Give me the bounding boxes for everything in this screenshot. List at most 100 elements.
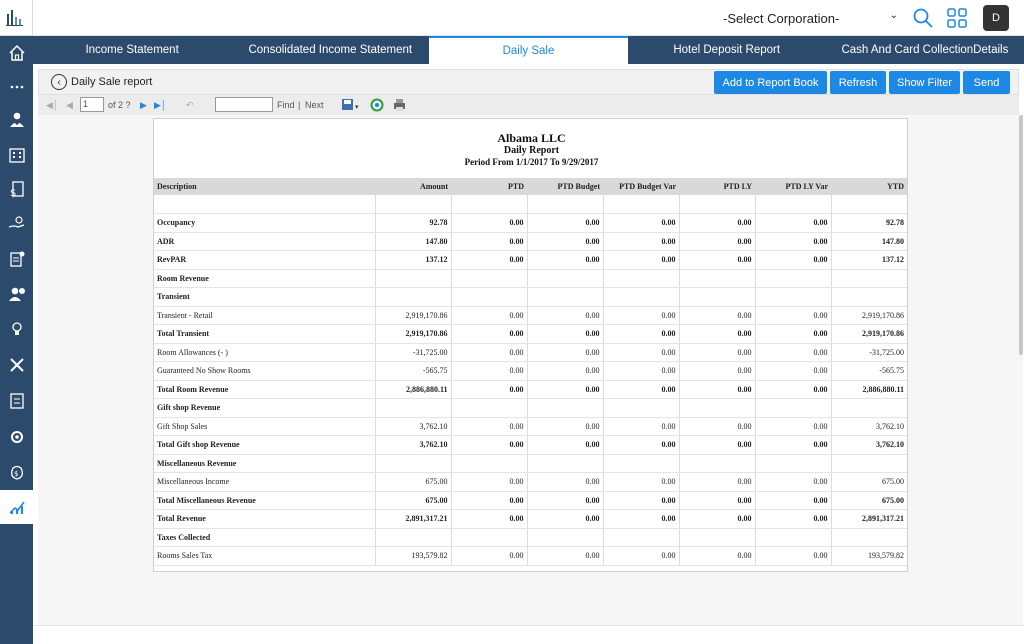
vertical-scrollbar[interactable]	[1019, 115, 1023, 355]
refresh-button[interactable]: Refresh	[830, 71, 886, 94]
row-value: 675.00	[831, 491, 907, 510]
sidebar-item-hotel[interactable]	[0, 138, 33, 172]
row-value: 0.00	[527, 435, 604, 455]
table-row: Total Miscellaneous Revenue 675.00 0.00 0.0…	[154, 491, 907, 510]
home-icon	[8, 44, 25, 61]
row-value: -31,725.00	[375, 343, 452, 362]
row-value: 3,762.10	[831, 417, 907, 436]
row-value	[375, 398, 452, 418]
find-input[interactable]	[215, 97, 273, 112]
send-button[interactable]: Send	[963, 71, 1010, 94]
row-value: 0.00	[527, 361, 604, 381]
column-header: PTD Budget Var	[603, 178, 679, 195]
sidebar-item-tools[interactable]	[0, 348, 33, 382]
sidebar-item-documents[interactable]	[0, 384, 33, 418]
row-description: Gift shop Revenue	[154, 398, 376, 418]
row-value	[603, 454, 680, 473]
row-value	[831, 528, 907, 547]
row-value: -31,725.00	[831, 343, 907, 362]
back-to-parent-icon[interactable]: ↶	[186, 100, 194, 111]
corporation-select[interactable]: -Select Corporation- ⌄	[723, 9, 898, 29]
row-value	[831, 398, 907, 418]
row-value	[679, 287, 756, 307]
show-filter-button[interactable]: Show Filter	[889, 71, 960, 94]
report-viewport[interactable]: Albama LLC Daily Report Period From 1/1/…	[38, 115, 1023, 625]
row-value: 0.00	[755, 435, 832, 455]
row-value	[451, 528, 528, 547]
row-value: 0.00	[679, 472, 756, 492]
row-description: Taxes Collected	[154, 528, 376, 547]
row-value	[603, 528, 680, 547]
sidebar-item-home[interactable]	[0, 36, 33, 70]
report-period: Period From 1/1/2017 To 9/29/2017	[464, 157, 599, 167]
user-avatar[interactable]: D	[983, 5, 1009, 31]
sidebar-item-payments[interactable]	[0, 207, 33, 241]
row-value: 2,891,317.21	[375, 509, 452, 529]
sidebar-item-settings[interactable]	[0, 420, 33, 454]
sidebar-item-invoices[interactable]	[0, 242, 33, 276]
tab-cash-and-card-collection[interactable]: Cash And Card CollectionDetails	[826, 36, 1024, 64]
row-value: 0.00	[755, 491, 832, 510]
money-document-icon: $	[10, 181, 24, 199]
invoice-icon	[9, 251, 24, 267]
row-value: 3,762.10	[831, 435, 907, 455]
app-logo[interactable]	[0, 0, 33, 36]
sidebar-item-finance[interactable]: $	[0, 455, 33, 489]
row-value: 0.00	[603, 546, 680, 566]
page-count-label: of 2 ?	[108, 100, 131, 110]
row-value: 0.00	[603, 343, 680, 362]
app-grid-icon[interactable]	[945, 6, 969, 30]
search-icon[interactable]	[911, 6, 935, 30]
growth-chart-icon	[8, 501, 25, 514]
add-to-report-book-button[interactable]: Add to Report Book	[714, 71, 827, 94]
sidebar-item-reports[interactable]	[0, 490, 33, 524]
svg-text:▾: ▾	[355, 103, 359, 111]
sidebar-item-more[interactable]	[0, 70, 33, 104]
row-value: 0.00	[603, 417, 680, 436]
last-page-icon[interactable]: ▶│	[154, 100, 167, 111]
row-value: 0.00	[679, 546, 756, 566]
row-description: Total Revenue	[154, 509, 376, 529]
row-value: 193,579.82	[831, 546, 907, 566]
back-button[interactable]: ‹	[51, 74, 67, 90]
sidebar-item-users[interactable]	[0, 103, 33, 137]
first-page-icon[interactable]: ◀│	[46, 100, 59, 111]
sidebar-item-employees[interactable]	[0, 277, 33, 311]
row-value	[679, 195, 756, 214]
find-link[interactable]: Find	[277, 100, 295, 110]
row-value: 0.00	[755, 380, 832, 399]
row-value: 0.00	[527, 546, 604, 566]
row-value: 675.00	[375, 472, 452, 492]
table-row: RevPAR 137.12 0.00 0.00 0.00 0.00 0.00 137.12	[154, 250, 907, 270]
next-link[interactable]: Next	[305, 100, 324, 110]
row-value: 2,919,170.86	[831, 324, 907, 344]
row-value	[603, 269, 680, 288]
row-value: 0.00	[755, 361, 832, 381]
refresh-report-icon[interactable]	[369, 97, 385, 113]
print-icon[interactable]	[391, 97, 407, 113]
row-value: 92.78	[375, 213, 452, 233]
row-value	[755, 528, 832, 547]
row-value: 0.00	[527, 250, 604, 270]
tab-income-statement[interactable]: Income Statement	[33, 36, 231, 64]
row-value	[451, 269, 528, 288]
row-description: Miscellaneous Income	[154, 472, 376, 492]
sidebar-item-transactions[interactable]: $	[0, 172, 33, 206]
row-value: 0.00	[451, 232, 528, 251]
tab-consolidated-income-statement[interactable]: Consolidated Income Statement	[231, 36, 429, 64]
tab-hotel-deposit-report[interactable]: Hotel Deposit Report	[628, 36, 826, 64]
row-value: 0.00	[755, 417, 832, 436]
row-value: 0.00	[755, 509, 832, 529]
export-icon[interactable]: ▾	[340, 97, 362, 113]
sidebar-item-ideas[interactable]	[0, 312, 33, 346]
next-page-icon[interactable]: ▶	[140, 100, 147, 111]
column-header: Description	[154, 178, 375, 195]
tab-daily-sale[interactable]: Daily Sale	[429, 36, 628, 64]
row-value: 0.00	[527, 213, 604, 233]
table-row	[154, 195, 907, 214]
page-number-input[interactable]: 1	[80, 97, 104, 112]
row-value: 0.00	[679, 435, 756, 455]
row-description: Transient	[154, 287, 376, 307]
previous-page-icon[interactable]: ◀	[66, 100, 73, 111]
user-dollar-icon	[8, 287, 25, 301]
